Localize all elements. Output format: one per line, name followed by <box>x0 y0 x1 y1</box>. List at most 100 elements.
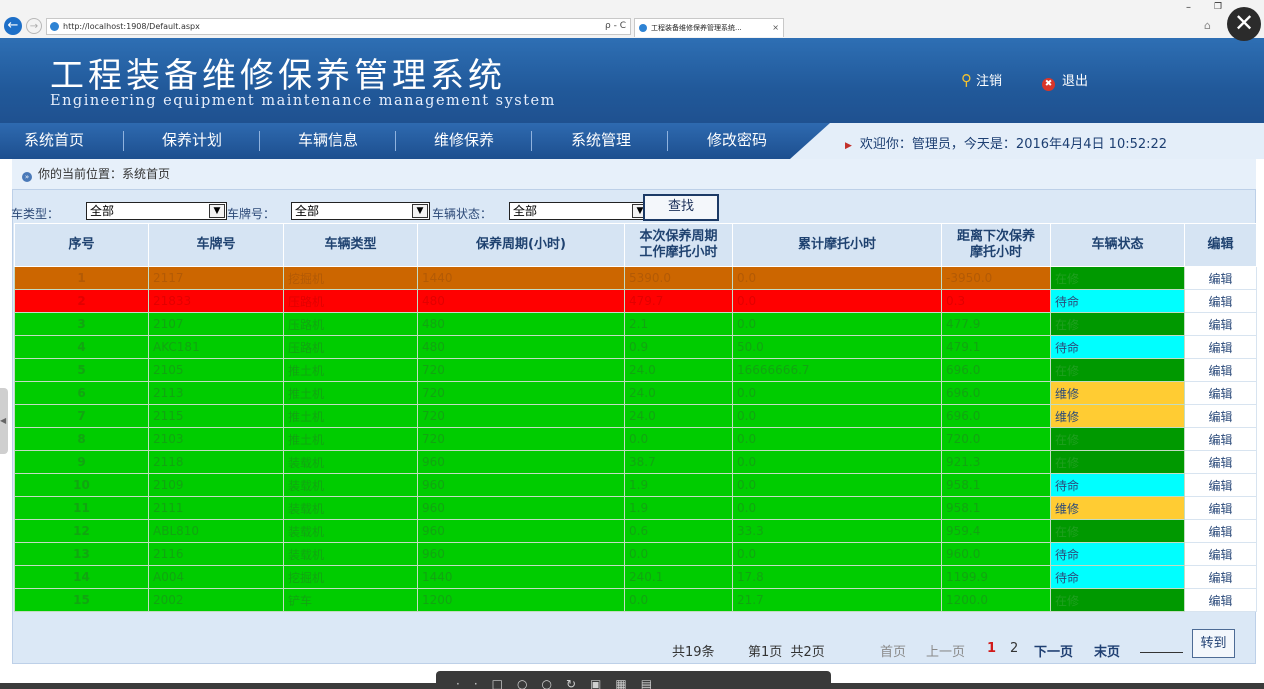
chevron-down-icon[interactable]: ▼ <box>209 204 225 218</box>
screen-icon[interactable]: □ <box>492 677 517 689</box>
goto-button[interactable]: 转到 <box>1192 629 1235 658</box>
edit-link[interactable]: 编辑 <box>1184 404 1257 428</box>
goto-page-input[interactable] <box>1140 651 1183 653</box>
cell-index: 8 <box>14 427 149 451</box>
triangle-right-icon: ▶ <box>845 141 852 151</box>
cell-next-hours: 0.3 <box>941 289 1051 313</box>
last-page-link[interactable]: 末页 <box>1094 641 1120 660</box>
chevron-down-icon[interactable]: ▼ <box>412 204 428 218</box>
edit-link[interactable]: 编辑 <box>1184 427 1257 451</box>
cell-current-hours: 1.9 <box>624 496 733 520</box>
prev-page-link[interactable]: 上一页 <box>926 641 965 660</box>
menu-item-change-password[interactable]: 修改密码 <box>669 123 805 159</box>
print-icon[interactable]: ▤ <box>641 677 666 689</box>
table-row: 14 A004 挖掘机 1440 240.1 17.8 1199.9 待命 编辑 <box>14 565 1257 589</box>
cell-current-hours: 2.1 <box>624 312 733 336</box>
cell-cycle: 480 <box>417 312 625 336</box>
edit-link[interactable]: 编辑 <box>1184 450 1257 474</box>
edit-link[interactable]: 编辑 <box>1184 381 1257 405</box>
cell-cycle: 1440 <box>417 266 625 290</box>
edit-link[interactable]: 编辑 <box>1184 312 1257 336</box>
breadcrumb-text: 你的当前位置：系统首页 <box>38 167 171 181</box>
edit-link[interactable]: 编辑 <box>1184 358 1257 382</box>
edit-link[interactable]: 编辑 <box>1184 588 1257 612</box>
tab-close-icon[interactable]: × <box>772 19 779 37</box>
logout-link[interactable]: ⚲ 注销 <box>961 70 1002 89</box>
edit-link[interactable]: 编辑 <box>1184 473 1257 497</box>
cell-index: 13 <box>14 542 149 566</box>
vehicle-status-select[interactable]: 全部 ▼ <box>509 202 650 220</box>
save-icon[interactable]: ▣ <box>590 677 615 689</box>
cell-total-hours: 0.0 <box>732 381 942 405</box>
page-2-link[interactable]: 2 <box>1010 641 1018 656</box>
site-header: 工程装备维修保养管理系统 Engineering equipment maint… <box>0 38 1264 123</box>
edit-link[interactable]: 编辑 <box>1184 496 1257 520</box>
exit-link[interactable]: ✖ 退出 <box>1042 70 1088 91</box>
zoom-out-icon[interactable]: ○ <box>517 677 541 689</box>
edit-link[interactable]: 编辑 <box>1184 335 1257 359</box>
cell-cycle: 960 <box>417 450 625 474</box>
cell-total-hours: 0.0 <box>732 404 942 428</box>
cell-index: 6 <box>14 381 149 405</box>
cell-plate: A004 <box>148 565 284 589</box>
cell-total-hours: 0.0 <box>732 266 942 290</box>
cell-plate: 2116 <box>148 542 284 566</box>
cell-plate: 2111 <box>148 496 284 520</box>
edit-link[interactable]: 编辑 <box>1184 289 1257 313</box>
cell-plate: 2107 <box>148 312 284 336</box>
page-indicator-icon[interactable]: ·· <box>456 677 492 689</box>
cell-status: 在修 <box>1050 312 1185 336</box>
edit-link[interactable]: 编辑 <box>1184 542 1257 566</box>
window-minimize-icon[interactable]: – <box>1186 2 1191 13</box>
col-header-next-hours: 距离下次保养 摩托小时 <box>941 223 1051 267</box>
search-button[interactable]: 查找 <box>643 194 719 221</box>
cell-cycle: 960 <box>417 542 625 566</box>
plate-select[interactable]: 全部 ▼ <box>291 202 430 220</box>
cell-plate: 2115 <box>148 404 284 428</box>
address-url: http://localhost:1908/Default.aspx <box>63 22 200 31</box>
cell-type: 装载机 <box>283 542 418 566</box>
table-row: 1 2117 挖掘机 1440 5390.0 0.0 -3950.0 在修 编辑 <box>14 266 1257 290</box>
cell-current-hours: 1.9 <box>624 473 733 497</box>
cell-index: 1 <box>14 266 149 290</box>
cell-next-hours: 958.1 <box>941 496 1051 520</box>
plate-value: 全部 <box>295 204 320 218</box>
menu-item-home[interactable]: 系统首页 <box>0 123 122 159</box>
vehicle-type-select[interactable]: 全部 ▼ <box>86 202 227 220</box>
back-arrow-icon[interactable]: ← <box>4 17 22 35</box>
rotate-icon[interactable]: ↻ <box>566 677 590 689</box>
cell-total-hours: 0.0 <box>732 289 942 313</box>
forward-arrow-icon[interactable]: → <box>26 18 42 34</box>
menu-item-vehicle-info[interactable]: 车辆信息 <box>260 123 396 159</box>
menu-divider <box>531 131 532 151</box>
edit-link[interactable]: 编辑 <box>1184 565 1257 589</box>
cell-next-hours: 477.9 <box>941 312 1051 336</box>
search-refresh-icon[interactable]: ρ - C <box>605 19 626 34</box>
page-1-link[interactable]: 1 <box>987 641 996 656</box>
window-restore-icon[interactable]: ❐ <box>1214 2 1222 12</box>
grid-icon[interactable]: ▦ <box>615 677 640 689</box>
home-icon[interactable]: ⌂ <box>1204 19 1211 32</box>
cell-current-hours: 0.6 <box>624 519 733 543</box>
menu-item-maintenance-plan[interactable]: 保养计划 <box>124 123 260 159</box>
cell-cycle: 960 <box>417 473 625 497</box>
cell-cycle: 720 <box>417 381 625 405</box>
next-page-link[interactable]: 下一页 <box>1034 641 1073 660</box>
side-panel-handle[interactable]: ◀ <box>0 388 8 454</box>
vehicle-status-value: 全部 <box>513 204 538 218</box>
overlay-close-icon[interactable]: ✕ <box>1227 7 1261 41</box>
browser-tab[interactable]: 工程装备维修保养管理系统... × <box>634 18 784 37</box>
edit-link[interactable]: 编辑 <box>1184 266 1257 290</box>
pagination-bar: 共19条 第1页 共2页 首页 上一页 1 2 下一页 末页 转到 <box>14 627 1256 665</box>
first-page-link[interactable]: 首页 <box>880 641 906 660</box>
address-bar[interactable]: http://localhost:1908/Default.aspx ρ - C <box>46 18 631 35</box>
menu-item-system-admin[interactable]: 系统管理 <box>533 123 669 159</box>
menu-item-repair[interactable]: 维修保养 <box>396 123 532 159</box>
table-row: 3 2107 压路机 480 2.1 0.0 477.9 在修 编辑 <box>14 312 1257 336</box>
cell-next-hours: 696.0 <box>941 381 1051 405</box>
welcome-message: ▶ 欢迎你：管理员，今天是：2016年4月4日 10:52:22 <box>845 133 1167 152</box>
zoom-in-icon[interactable]: ○ <box>541 677 565 689</box>
cell-status: 在修 <box>1050 427 1185 451</box>
edit-link[interactable]: 编辑 <box>1184 519 1257 543</box>
cell-next-hours: 921.3 <box>941 450 1051 474</box>
